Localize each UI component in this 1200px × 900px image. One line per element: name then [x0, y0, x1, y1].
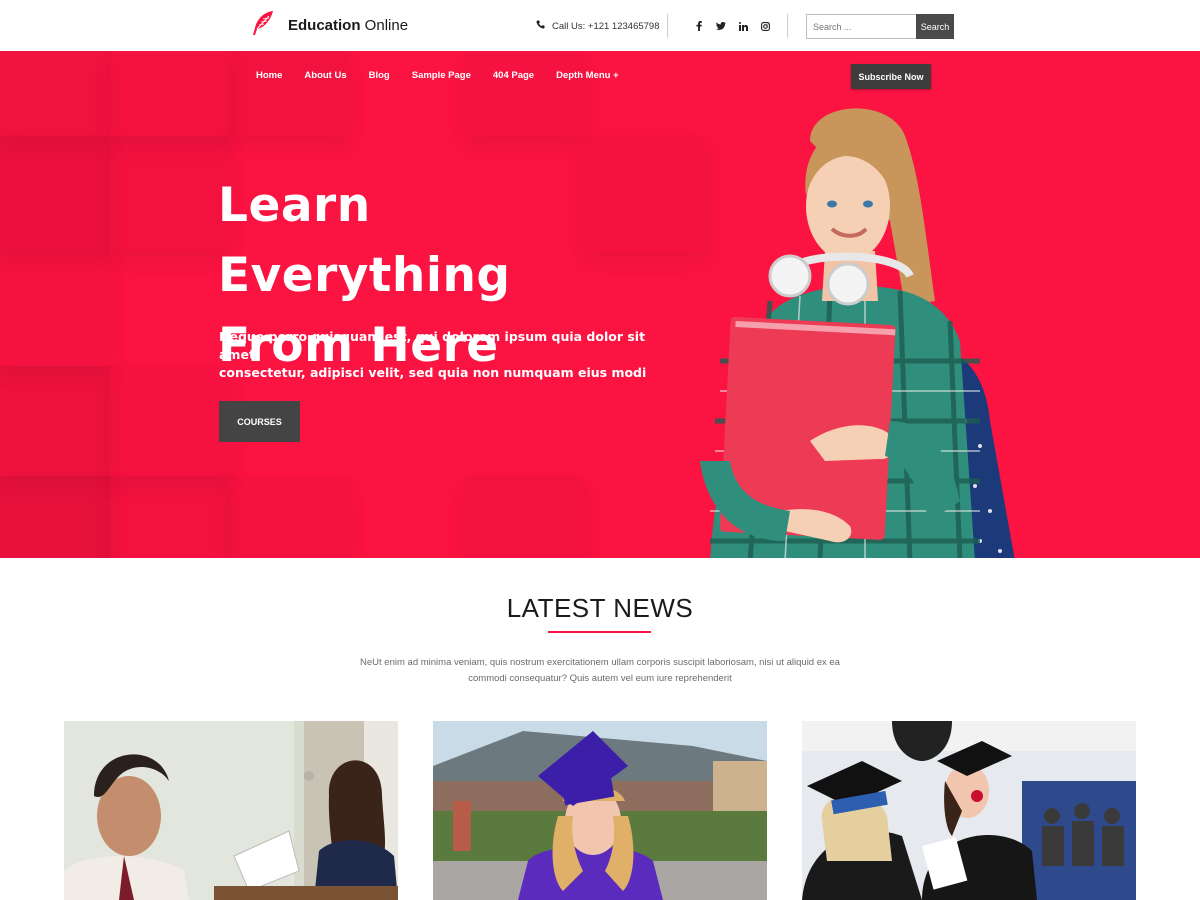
hero-title-line: Learn Everything [218, 178, 511, 303]
bg-tile [0, 136, 110, 251]
section-description-line: NeUt enim ad minima veniam, quis nostrum… [360, 657, 840, 668]
tutoring-photo [64, 721, 398, 900]
section-description: NeUt enim ad minima veniam, quis nostrum… [345, 655, 855, 686]
bg-tile [230, 476, 350, 558]
nav-item-depth-menu[interactable]: Depth Menu + [556, 70, 619, 81]
subscribe-button[interactable]: Subscribe Now [851, 64, 931, 89]
nav-item-about-us[interactable]: About Us [304, 70, 346, 81]
divider [787, 14, 788, 38]
call-info: Call Us: +121 123465798 [536, 20, 659, 32]
bg-tile [110, 136, 230, 251]
site-logo[interactable]: Education Online [248, 8, 408, 43]
call-text: Call Us: +121 123465798 [552, 20, 660, 32]
logo-text: Education Online [288, 17, 408, 34]
student-image [700, 108, 1015, 558]
nav-item-home[interactable]: Home [256, 70, 282, 81]
bg-tile [465, 476, 585, 558]
hero-banner: Home About Us Blog Sample Page 404 Page … [0, 51, 1200, 558]
bg-tile [110, 366, 230, 476]
phone-icon [536, 20, 552, 32]
ceremony-photo [802, 721, 1136, 900]
search-form: Search [806, 14, 954, 39]
section-title: LATEST NEWS [506, 593, 694, 623]
instagram-icon[interactable] [754, 19, 776, 33]
hero-subtitle-line: consectetur, adipisci velit, sed quia no… [219, 365, 647, 380]
title-underline [548, 631, 651, 633]
search-button[interactable]: Search [916, 14, 954, 39]
bg-tile [0, 476, 110, 558]
logo-light-text: Online [360, 17, 409, 34]
nav-item-blog[interactable]: Blog [369, 70, 390, 81]
courses-button[interactable]: COURSES [219, 401, 300, 442]
nav-item-404-page[interactable]: 404 Page [493, 70, 534, 81]
search-input[interactable] [806, 14, 916, 39]
graduate-photo [433, 721, 767, 900]
bg-tile [110, 51, 230, 136]
news-card-image[interactable] [433, 721, 767, 900]
section-description-line: commodi consequatur? Quis autem vel eum … [468, 672, 732, 684]
nav-item-sample-page[interactable]: Sample Page [412, 70, 471, 81]
hero-subtitle-line: Neque porro quisquam est, qui dolorem ip… [219, 329, 646, 362]
top-header: Education Online Call Us: +121 123465798… [0, 0, 1200, 51]
bg-tile [0, 51, 110, 136]
bg-tile [0, 366, 110, 476]
bg-tile [0, 251, 110, 366]
feather-logo-icon [248, 8, 278, 43]
news-card-image[interactable] [802, 721, 1136, 900]
twitter-icon[interactable] [710, 19, 732, 33]
bg-tile [465, 51, 585, 136]
facebook-icon[interactable] [688, 19, 710, 33]
bg-tile [230, 51, 350, 136]
linkedin-icon[interactable] [732, 19, 754, 33]
bg-tile [110, 476, 230, 558]
hero-subtitle: Neque porro quisquam est, qui dolorem ip… [219, 328, 649, 382]
logo-bold-text: Education [288, 17, 361, 34]
divider [667, 14, 668, 38]
social-links [688, 19, 776, 33]
news-card-image[interactable] [64, 721, 398, 900]
main-nav: Home About Us Blog Sample Page 404 Page … [256, 70, 641, 81]
